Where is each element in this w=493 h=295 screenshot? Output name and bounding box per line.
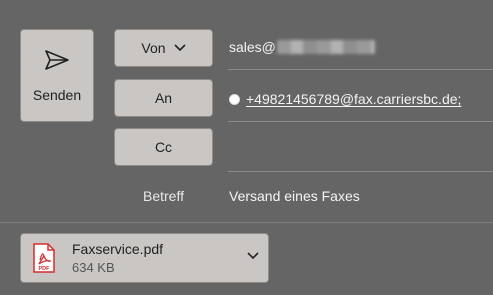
chevron-down-icon <box>173 44 186 52</box>
cc-button[interactable]: Cc <box>114 128 213 166</box>
cc-button-label: Cc <box>154 139 173 155</box>
attachment-divider <box>0 222 493 223</box>
from-address-text: sales@ <box>229 39 276 55</box>
attachment-file-size: 634 KB <box>72 260 115 275</box>
from-button-label: Von <box>141 40 166 56</box>
to-field-underline <box>228 121 493 122</box>
send-button-label: Senden <box>32 87 82 103</box>
from-address-field[interactable]: sales@ <box>229 39 375 55</box>
to-recipient-address[interactable]: +49821456789@fax.carriersbc.de; <box>246 91 461 107</box>
redacted-domain <box>276 40 375 54</box>
subject-label: Betreff <box>143 188 184 204</box>
to-button-label: An <box>154 90 173 106</box>
attachment-info: Faxservice.pdf 634 KB <box>72 241 163 275</box>
mail-compose-pane: Senden Von An Cc sales@ +49821456789@fax… <box>0 0 493 295</box>
to-recipient-field[interactable]: +49821456789@fax.carriersbc.de; <box>229 91 461 107</box>
cc-field-underline <box>228 171 493 172</box>
attachment-file-name: Faxservice.pdf <box>72 241 164 257</box>
attachment-menu-chevron-icon[interactable] <box>247 252 259 260</box>
attachment-card[interactable]: PDF Faxservice.pdf 634 KB <box>20 233 269 283</box>
presence-dot-icon <box>229 94 240 105</box>
to-button[interactable]: An <box>114 79 213 117</box>
paper-plane-icon <box>43 48 71 75</box>
from-field-underline <box>228 69 493 70</box>
subject-input[interactable]: Versand eines Faxes <box>229 188 360 204</box>
send-button[interactable]: Senden <box>20 29 94 122</box>
pdf-file-icon: PDF <box>32 243 56 273</box>
pdf-icon-text: PDF <box>39 266 51 272</box>
from-button[interactable]: Von <box>114 29 213 67</box>
